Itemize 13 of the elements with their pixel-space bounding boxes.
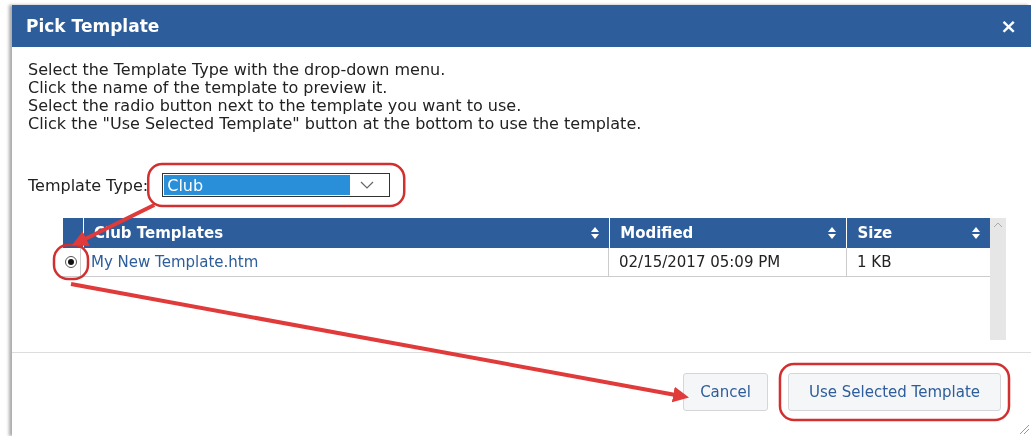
cancel-button[interactable]: Cancel [683,373,768,411]
use-template-button[interactable]: Use Selected Template [787,373,1001,411]
instruction-text: Click the name of the template to preview it. [28,79,389,97]
instruction-text: Select the Template Type with the drop-down menu. [28,61,447,79]
instruction-text: Click the "Use Selected Template" button at the bottom to use the template. [28,115,643,133]
field-label: Template Type: [28,175,149,195]
column-header[interactable]: Modified [609,218,847,248]
close-button[interactable]: × [1000,16,1017,36]
instruction-text: Select the radio button next to the template you want to use. [28,97,523,115]
template-link[interactable]: My New Template.htm [91,253,259,271]
template-type-dropdown[interactable]: Club [162,173,391,197]
table-cell: 02/15/2017 05:09 PM [608,248,846,276]
window-title: Pick Template [26,16,160,36]
